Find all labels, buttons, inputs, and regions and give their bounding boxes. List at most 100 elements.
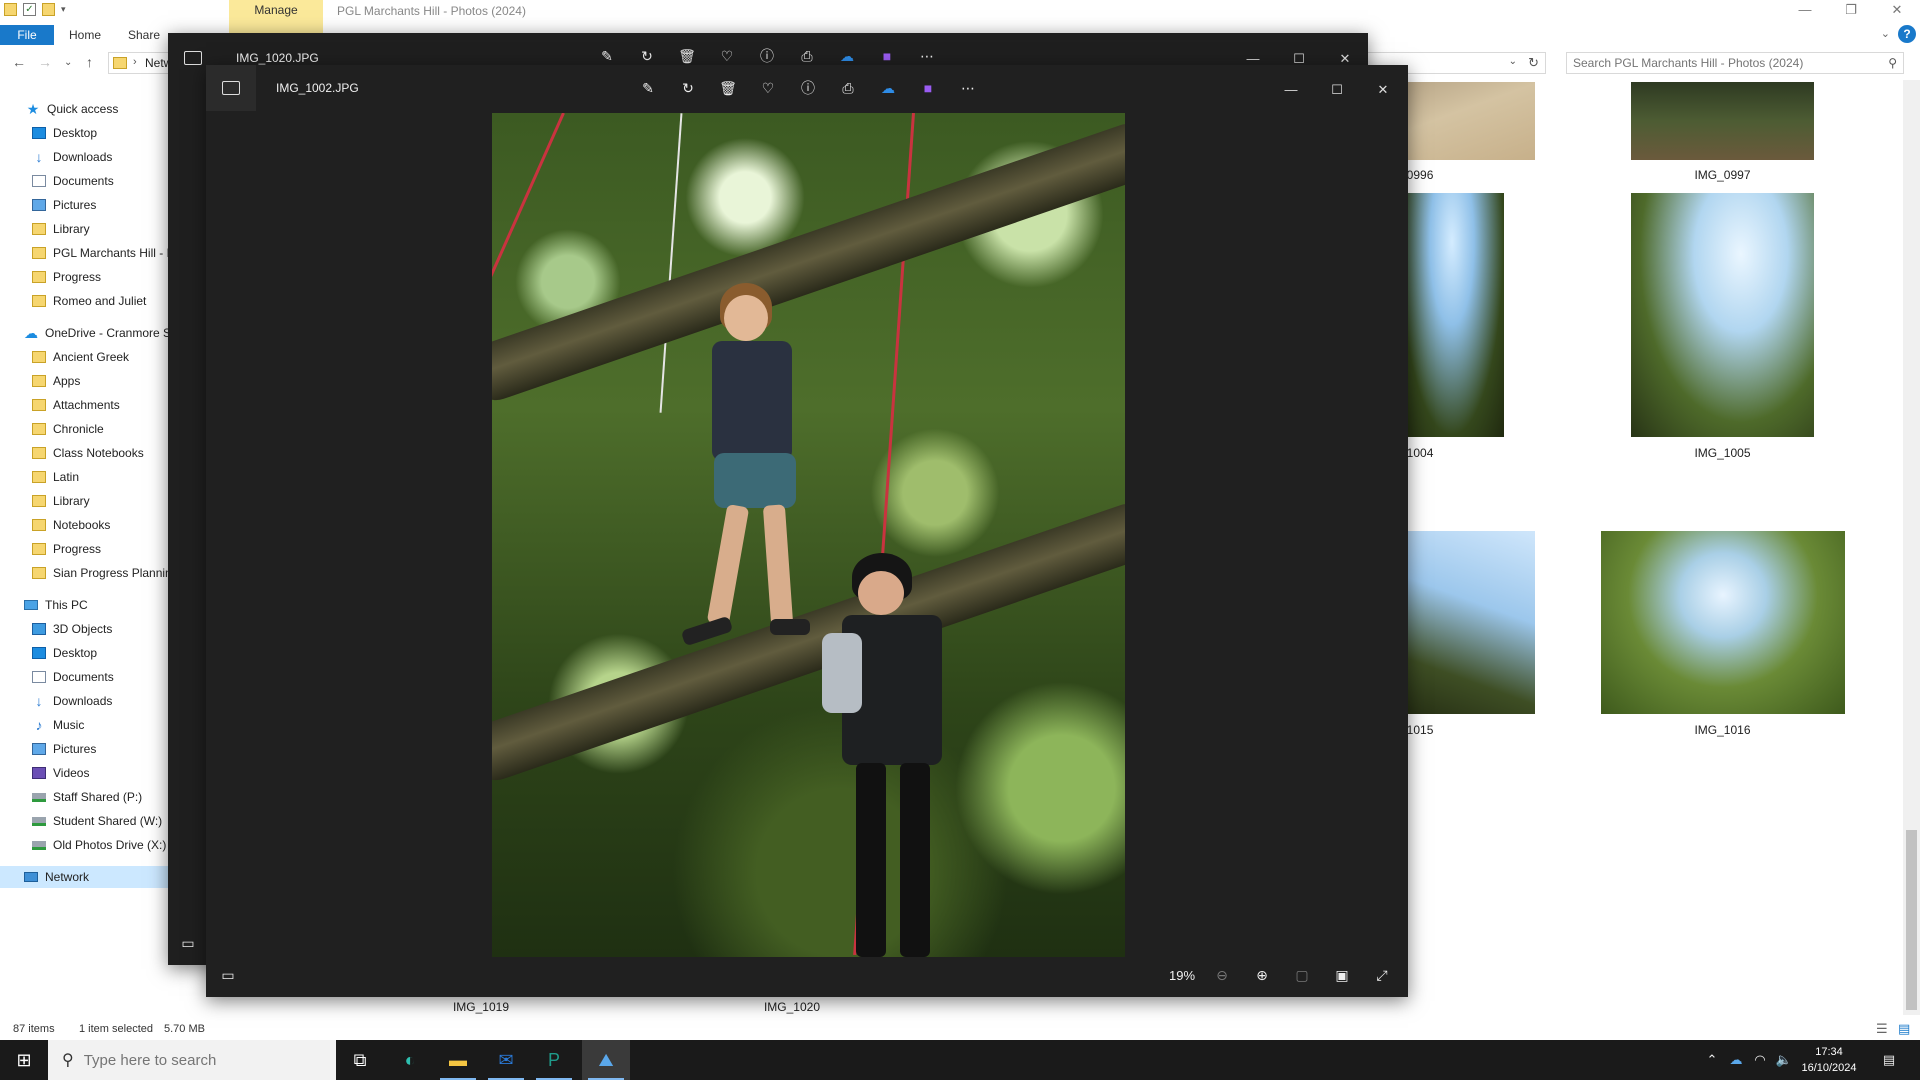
print-icon[interactable]: ⎙ xyxy=(797,46,817,66)
wifi-icon[interactable]: ◠ xyxy=(1748,1040,1772,1080)
nav-item-music[interactable]: ♪ Music xyxy=(0,714,170,736)
refresh-icon[interactable]: ↻ xyxy=(1528,55,1539,71)
thumbnail-img-0996[interactable] xyxy=(1400,82,1535,160)
rotate-icon[interactable]: ↻ xyxy=(678,78,698,98)
nav-item-downloads-pc[interactable]: ↓ Downloads xyxy=(0,690,170,712)
nav-item-ancient-greek[interactable]: Ancient Greek xyxy=(0,346,170,368)
nav-item-downloads[interactable]: ↓ Downloads xyxy=(0,146,170,168)
thumbnail-label-img-1020[interactable]: IMG_1020 xyxy=(732,1000,852,1014)
new-folder-icon[interactable] xyxy=(42,3,55,16)
help-icon[interactable]: ? xyxy=(1898,25,1916,43)
ribbon-tab-home[interactable]: Home xyxy=(69,28,101,42)
nav-item-library-od[interactable]: Library xyxy=(0,490,170,512)
nav-item-progress-od[interactable]: Progress xyxy=(0,538,170,560)
vertical-scrollbar[interactable] xyxy=(1903,80,1920,1015)
filmstrip-icon[interactable]: ▭ xyxy=(178,933,198,953)
large-icons-view-icon[interactable]: ▤ xyxy=(1898,1021,1910,1037)
back-arrow-icon[interactable]: ← xyxy=(12,54,26,70)
notifications-icon[interactable]: ▤ xyxy=(1872,1040,1906,1080)
nav-quick-access[interactable]: ★ Quick access xyxy=(0,98,170,120)
thumbnail-label-img-1019[interactable]: IMG_1019 xyxy=(421,1000,541,1014)
nav-item-sian-progress[interactable]: Sian Progress Plannin xyxy=(0,562,170,584)
thumbnail-img-0997[interactable] xyxy=(1631,82,1814,160)
restore-icon[interactable]: ❐ xyxy=(1828,0,1874,22)
actual-size-icon[interactable]: ▣ xyxy=(1332,965,1352,985)
taskbar-search-box[interactable]: ⚲ xyxy=(48,1040,336,1080)
close-icon[interactable]: ✕ xyxy=(1874,0,1920,22)
onedrive-tray-icon[interactable]: ☁ xyxy=(1724,1040,1748,1080)
taskbar-search-input[interactable] xyxy=(83,1051,314,1069)
clipchamp-icon[interactable]: ■ xyxy=(877,46,897,66)
maximize-icon[interactable]: ☐ xyxy=(1327,80,1347,100)
nav-onedrive[interactable]: ☁ OneDrive - Cranmore S xyxy=(0,322,170,344)
file-explorer-icon[interactable]: ▬ xyxy=(434,1040,482,1080)
print-icon[interactable]: ⎙ xyxy=(838,78,858,98)
nav-this-pc[interactable]: This PC xyxy=(0,594,170,616)
fullscreen-icon[interactable]: ⤢ xyxy=(1372,965,1392,985)
nav-item-notebooks[interactable]: Notebooks xyxy=(0,514,170,536)
zoom-in-icon[interactable]: ⊕ xyxy=(1252,965,1272,985)
nav-item-chronicle[interactable]: Chronicle xyxy=(0,418,170,440)
system-clock[interactable]: 17:34 16/10/2024 xyxy=(1784,1044,1874,1076)
zoom-out-icon[interactable]: ⊖ xyxy=(1212,965,1232,985)
info-icon[interactable]: ⓘ xyxy=(798,78,818,98)
nav-item-documents[interactable]: Documents xyxy=(0,170,170,192)
nav-network[interactable]: Network xyxy=(0,866,170,888)
nav-item-progress[interactable]: Progress xyxy=(0,266,170,288)
chevron-down-icon[interactable]: ⌄ xyxy=(1881,27,1890,40)
outlook-icon[interactable]: ✉ xyxy=(482,1040,530,1080)
search-input[interactable] xyxy=(1567,53,1867,73)
delete-icon[interactable]: 🗑 xyxy=(677,46,697,66)
nav-item-pictures[interactable]: Pictures xyxy=(0,194,170,216)
nav-item-pgl-marchants-hill[interactable]: PGL Marchants Hill - P xyxy=(0,242,170,264)
properties-icon[interactable]: ✓ xyxy=(23,3,36,16)
rotate-icon[interactable]: ↻ xyxy=(637,46,657,66)
recent-locations-icon[interactable]: ⌄ xyxy=(64,57,72,68)
nav-item-class-notebooks[interactable]: Class Notebooks xyxy=(0,442,170,464)
scrollbar-thumb[interactable] xyxy=(1906,830,1917,1010)
up-arrow-icon[interactable]: ↑ xyxy=(86,54,93,70)
nav-item-staff-shared[interactable]: Staff Shared (P:) xyxy=(0,786,170,808)
thumbnail-img-1004[interactable] xyxy=(1400,193,1504,437)
search-box[interactable]: ⚲ xyxy=(1566,52,1904,74)
heart-icon[interactable]: ♡ xyxy=(717,46,737,66)
publisher-icon[interactable]: P xyxy=(530,1040,578,1080)
nav-item-desktop[interactable]: Desktop xyxy=(0,122,170,144)
task-view-icon[interactable]: ⧉ xyxy=(336,1040,384,1080)
ribbon-tab-file[interactable]: File xyxy=(0,25,54,45)
more-options-icon[interactable]: ⋯ xyxy=(917,46,937,66)
nav-item-old-photos-drive[interactable]: Old Photos Drive (X:) xyxy=(0,834,170,856)
clipchamp-icon[interactable]: ■ xyxy=(918,78,938,98)
nav-item-latin[interactable]: Latin xyxy=(0,466,170,488)
show-hidden-icons-icon[interactable]: ⌃ xyxy=(1700,1040,1724,1080)
filmstrip-icon[interactable]: ▭ xyxy=(218,965,238,985)
edit-image-icon[interactable]: ✎ xyxy=(597,46,617,66)
more-options-icon[interactable]: ⋯ xyxy=(958,78,978,98)
heart-icon[interactable]: ♡ xyxy=(758,78,778,98)
nav-item-attachments[interactable]: Attachments xyxy=(0,394,170,416)
thumbnail-img-1016[interactable] xyxy=(1601,531,1845,714)
onedrive-icon[interactable]: ☁ xyxy=(837,46,857,66)
onedrive-icon[interactable]: ☁ xyxy=(878,78,898,98)
ribbon-tab-share[interactable]: Share xyxy=(128,28,160,42)
nav-item-pictures-pc[interactable]: Pictures xyxy=(0,738,170,760)
nav-item-apps[interactable]: Apps xyxy=(0,370,170,392)
customize-toolbar-icon[interactable]: ▾ xyxy=(61,4,66,15)
edit-image-icon[interactable]: ✎ xyxy=(638,78,658,98)
minimize-icon[interactable]: — xyxy=(1782,0,1828,22)
nav-item-student-shared[interactable]: Student Shared (W:) xyxy=(0,810,170,832)
chevron-down-icon[interactable]: ⌄ xyxy=(1509,56,1517,67)
nav-item-desktop-pc[interactable]: Desktop xyxy=(0,642,170,664)
minimize-icon[interactable]: — xyxy=(1281,80,1301,100)
nav-item-documents-pc[interactable]: Documents xyxy=(0,666,170,688)
nav-item-videos[interactable]: Videos xyxy=(0,762,170,784)
info-icon[interactable]: ⓘ xyxy=(757,46,777,66)
thumbnail-img-1005[interactable] xyxy=(1631,193,1814,437)
nav-item-romeo-and-juliet[interactable]: Romeo and Juliet xyxy=(0,290,170,312)
photos-icon[interactable]: ⛰ xyxy=(582,1040,630,1080)
close-icon[interactable]: ✕ xyxy=(1373,80,1393,100)
fit-to-window-icon[interactable]: ▢ xyxy=(1292,965,1312,985)
photo-image[interactable] xyxy=(492,113,1125,957)
edge-icon[interactable]: ◐ xyxy=(386,1040,434,1080)
delete-icon[interactable]: 🗑 xyxy=(718,78,738,98)
